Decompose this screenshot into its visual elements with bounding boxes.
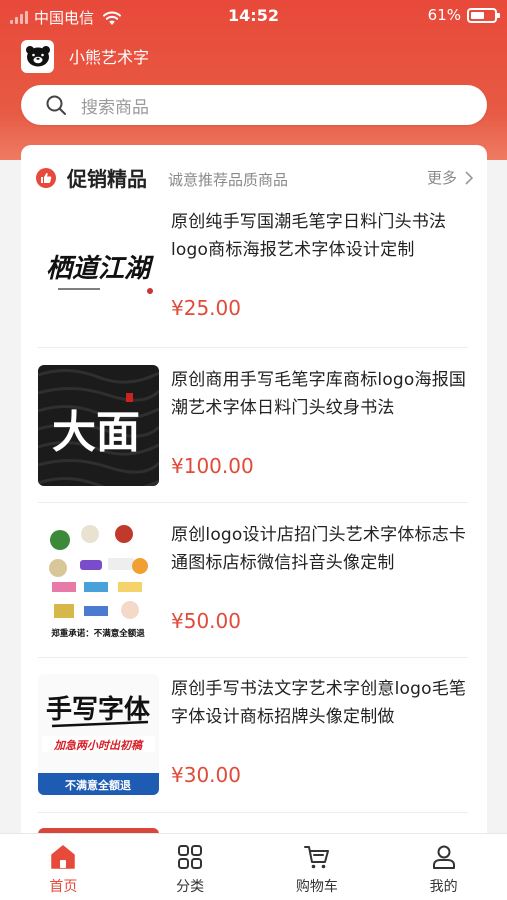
- battery-icon: [467, 7, 500, 23]
- grid-icon: [178, 845, 203, 869]
- product-item[interactable]: 郑重承诺：不满意全额退 原创logo设计店招门头艺术字体标志卡通图标店标微信抖音…: [38, 520, 468, 642]
- thumb-calligraphy: 栖道江湖: [46, 254, 154, 284]
- promo-card: 促销精品 诚意推荐品质商品 更多 栖道江湖 原创纯手写国潮毛笔字日料门头书法lo…: [21, 145, 487, 845]
- product-item[interactable]: 栖道江湖 原创纯手写国潮毛笔字日料门头书法logo商标海报艺术字体设计定制 ¥2…: [38, 207, 468, 329]
- section-title: 促销精品: [67, 167, 147, 191]
- status-right: 61%: [427, 6, 500, 24]
- cart-icon: [303, 846, 329, 869]
- tab-category[interactable]: 分类: [127, 834, 254, 900]
- divider: [38, 502, 468, 503]
- section-header: 促销精品 诚意推荐品质商品 更多: [21, 145, 487, 207]
- search-input[interactable]: 搜索商品: [81, 93, 149, 118]
- tab-label: 我的: [429, 879, 458, 895]
- thumb-calligraphy: 手写字体: [46, 694, 151, 725]
- divider: [38, 657, 468, 658]
- product-price: ¥25.00: [171, 296, 241, 320]
- tab-label: 分类: [176, 879, 205, 895]
- thumb-caption: 郑重承诺：不满意全额退: [51, 628, 145, 639]
- status-bar: 中国电信 14:52 61%: [0, 0, 507, 32]
- thumb-badge-refund: 不满意全额退: [65, 778, 131, 792]
- product-price: ¥100.00: [171, 454, 254, 478]
- product-image: 郑重承诺：不满意全额退: [38, 520, 159, 641]
- product-title: 原创纯手写国潮毛笔字日料门头书法logo商标海报艺术字体设计定制: [171, 212, 447, 260]
- tab-bar: 首页 分类 购物车 我的: [0, 833, 507, 900]
- app-header: 小熊艺术字: [21, 39, 150, 73]
- user-icon: [432, 845, 455, 869]
- product-price: ¥50.00: [171, 609, 241, 633]
- product-image: 大面: [38, 365, 159, 486]
- more-label: 更多: [426, 169, 457, 187]
- tab-cart[interactable]: 购物车: [254, 834, 381, 900]
- thumb-calligraphy: 大面: [52, 407, 140, 458]
- battery-percent: 61%: [427, 6, 461, 24]
- product-price: ¥30.00: [171, 763, 241, 787]
- section-subtitle: 诚意推荐品质商品: [168, 171, 289, 189]
- product-title: 原创商用手写毛笔字库商标logo海报国潮艺术字体日料门头纹身书法: [171, 370, 467, 418]
- app-screen: 中国电信 14:52 61% 小熊艺术字 搜索商品 促销精品 诚意推荐品质商品 …: [0, 0, 507, 900]
- search-icon: [46, 95, 66, 115]
- bear-logo-icon: [21, 39, 54, 73]
- home-icon: [51, 845, 76, 869]
- app-name: 小熊艺术字: [69, 48, 150, 67]
- chevron-right-icon: [465, 170, 473, 185]
- divider: [38, 812, 468, 813]
- product-image: 栖道江湖: [38, 207, 159, 328]
- product-title: 原创logo设计店招门头艺术字体标志卡通图标店标微信抖音头像定制: [171, 525, 467, 573]
- tab-label: 首页: [49, 879, 78, 895]
- tab-profile[interactable]: 我的: [380, 834, 507, 900]
- product-item[interactable]: 大面 原创商用手写毛笔字库商标logo海报国潮艺术字体日料门头纹身书法 ¥100…: [38, 365, 468, 487]
- thumb-up-icon: [36, 168, 56, 188]
- tab-home[interactable]: 首页: [0, 834, 127, 900]
- search-bar[interactable]: 搜索商品: [21, 85, 487, 125]
- product-image: 手写字体 加急两小时出初稿 不满意全额退: [38, 674, 159, 795]
- product-item[interactable]: 手写字体 加急两小时出初稿 不满意全额退 原创手写书法文字艺术字创意logo毛笔…: [38, 674, 468, 796]
- divider: [38, 347, 468, 348]
- more-link[interactable]: 更多: [427, 167, 473, 188]
- product-title: 原创手写书法文字艺术字创意logo毛笔字体设计商标招牌头像定制做: [171, 679, 467, 727]
- thumb-badge-urgent: 加急两小时出初稿: [53, 739, 144, 752]
- tab-label: 购物车: [295, 879, 338, 895]
